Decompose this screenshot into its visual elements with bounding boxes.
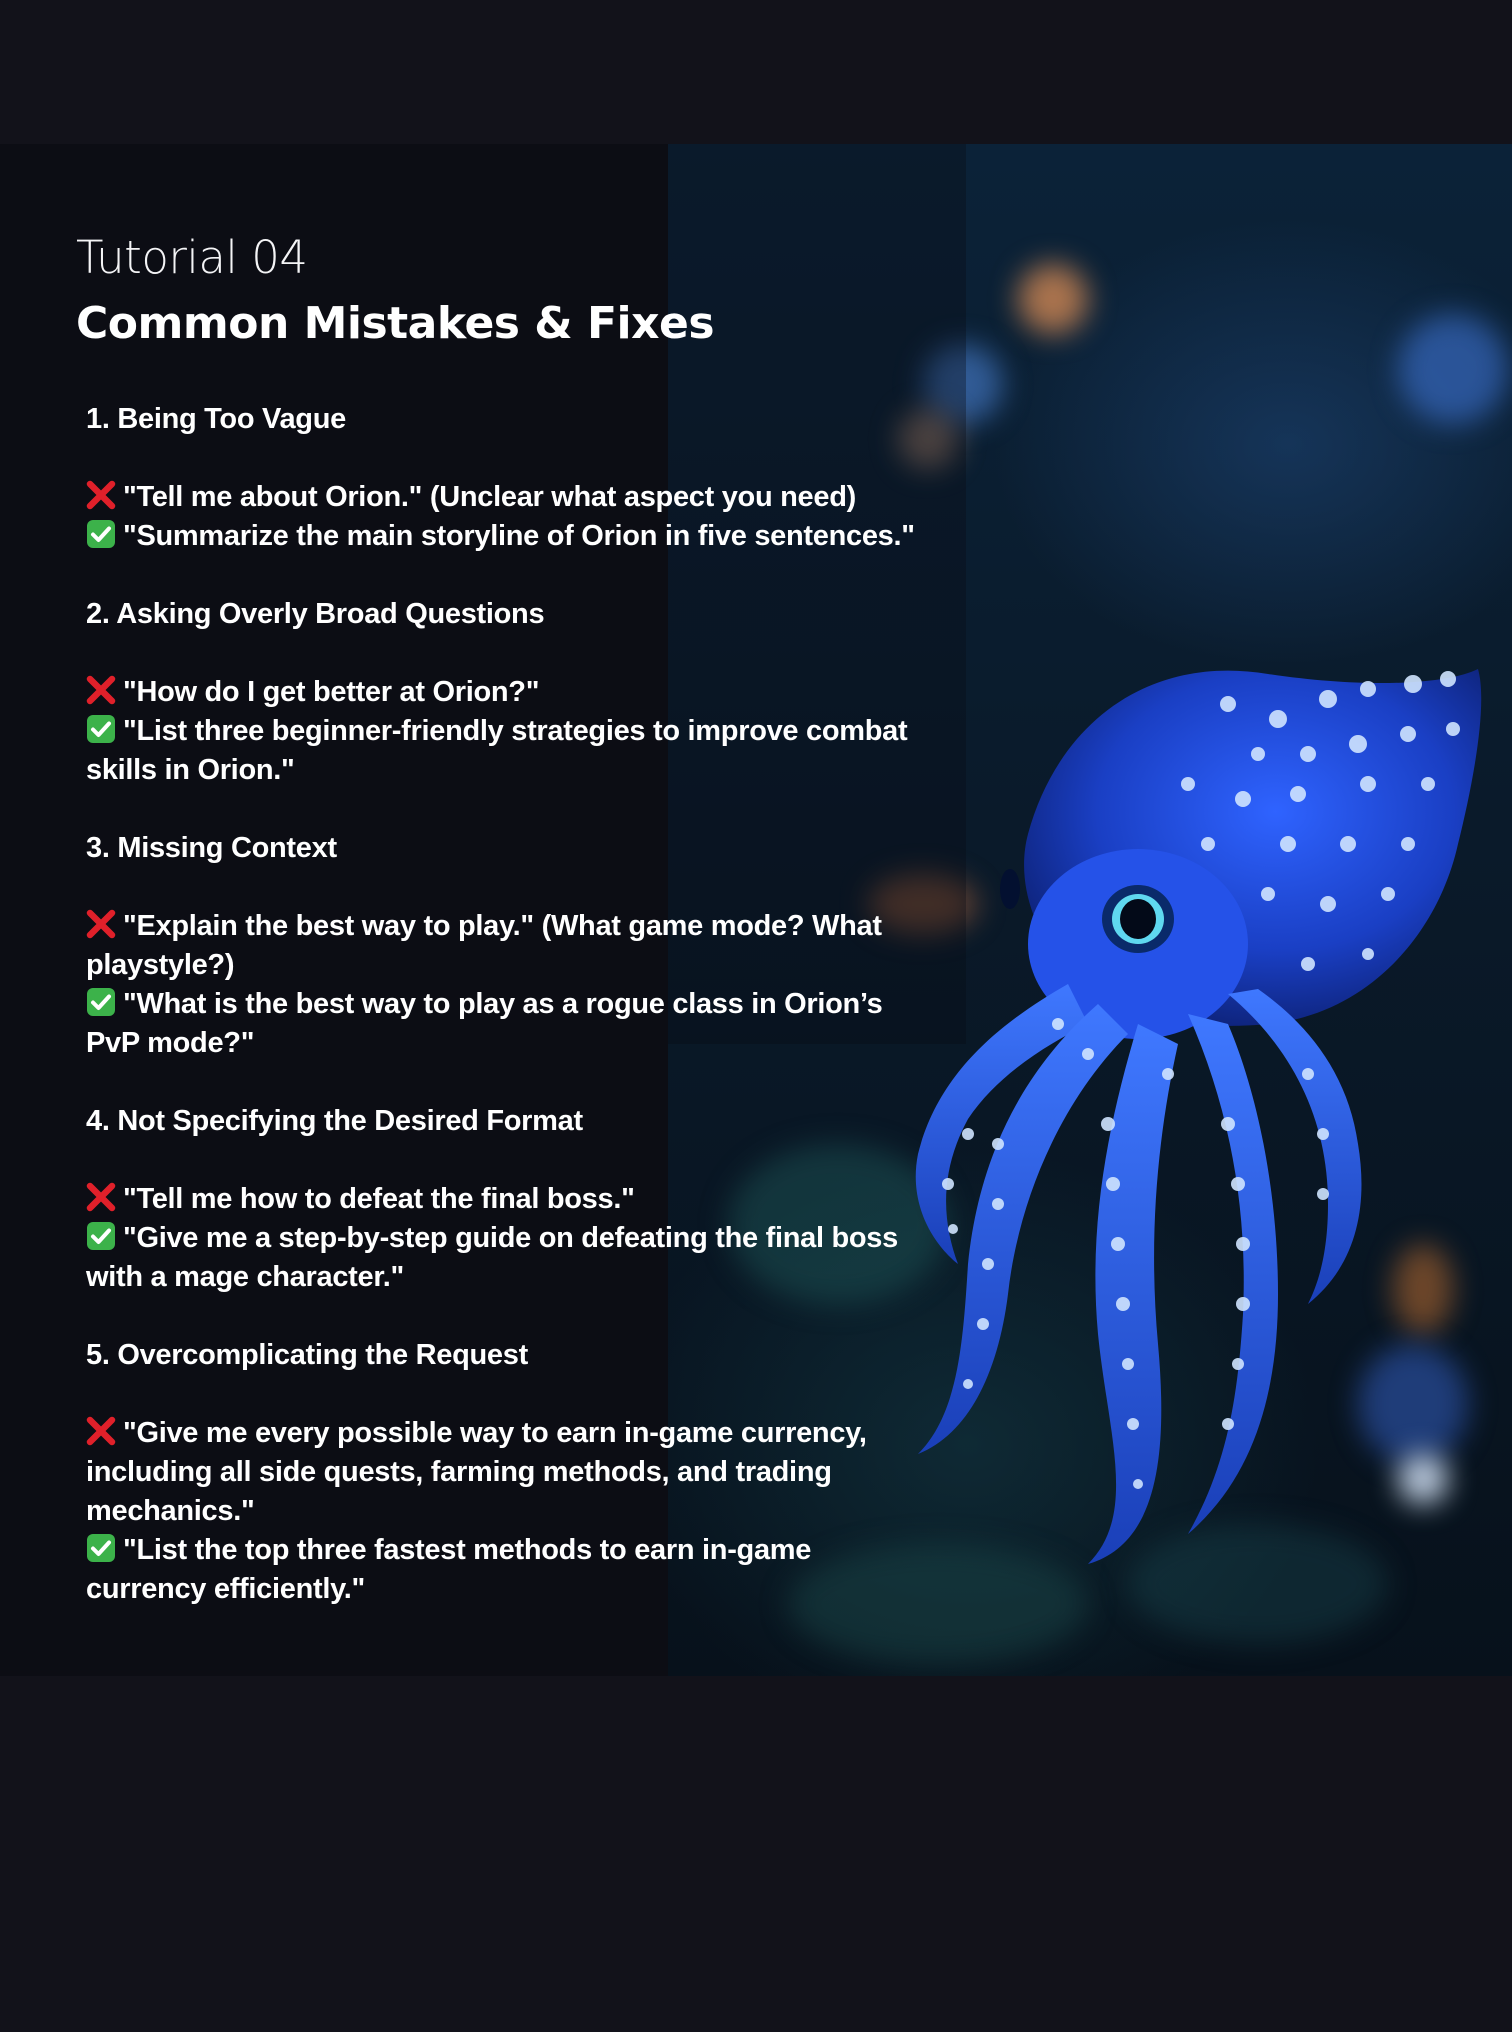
check-mark-icon [86, 519, 116, 549]
wrong-example: "How do I get better at Orion?" [86, 673, 936, 712]
wrong-example: "Tell me about Orion." (Unclear what asp… [86, 478, 936, 517]
wrong-example-text: "Explain the best way to play." (What ga… [86, 910, 882, 981]
tutorial-number: Tutorial 04 [76, 231, 308, 284]
tutorial-page: Tutorial 04 Common Mistakes & Fixes 1. B… [0, 0, 1512, 2032]
right-example-text: "What is the best way to play as a rogue… [86, 988, 883, 1059]
section-heading: 3. Missing Context [86, 832, 337, 864]
wrong-example: "Give me every possible way to earn in-g… [86, 1414, 936, 1531]
section-heading: 2. Asking Overly Broad Questions [86, 598, 545, 630]
check-mark-icon [86, 1533, 116, 1563]
section-heading: 1. Being Too Vague [86, 403, 346, 435]
right-example-text: "Give me a step-by-step guide on defeati… [86, 1222, 898, 1293]
right-example-text: "List the top three fastest methods to e… [86, 1534, 812, 1605]
right-example-text: "List three beginner-friendly strategies… [86, 715, 908, 786]
wrong-example-text: "Give me every possible way to earn in-g… [86, 1417, 867, 1527]
section-heading: 5. Overcomplicating the Request [86, 1339, 528, 1371]
mistake-section: 4. Not Specifying the Desired Format "Tel… [86, 1102, 936, 1297]
cross-mark-icon [86, 1182, 116, 1212]
mistake-section: 2. Asking Overly Broad Questions "How do … [86, 595, 936, 790]
cross-mark-icon [86, 480, 116, 510]
cross-mark-icon [86, 675, 116, 705]
cross-mark-icon [86, 1416, 116, 1446]
section-heading: 4. Not Specifying the Desired Format [86, 1105, 583, 1137]
mistake-section: 5. Overcomplicating the Request "Give me … [86, 1336, 936, 1609]
check-mark-icon [86, 714, 116, 744]
right-example: "Give me a step-by-step guide on defeati… [86, 1219, 936, 1297]
mistakes-list: 1. Being Too Vague "Tell me about Orion."… [76, 400, 936, 1609]
wrong-example-text: "Tell me how to defeat the final boss." [123, 1183, 635, 1215]
mistake-section: 3. Missing Context "Explain the best way … [86, 829, 936, 1063]
mistake-section: 1. Being Too Vague "Tell me about Orion."… [86, 400, 936, 556]
wrong-example: "Explain the best way to play." (What ga… [86, 907, 936, 985]
wrong-example-text: "How do I get better at Orion?" [123, 676, 540, 708]
page-title: Common Mistakes & Fixes [76, 298, 715, 349]
cross-mark-icon [86, 909, 116, 939]
check-mark-icon [86, 987, 116, 1017]
right-example-text: "Summarize the main storyline of Orion i… [123, 520, 915, 552]
right-example: "Summarize the main storyline of Orion i… [86, 517, 936, 556]
tutorial-content: Tutorial 04 Common Mistakes & Fixes 1. B… [76, 226, 956, 1648]
wrong-example-text: "Tell me about Orion." (Unclear what asp… [123, 481, 856, 513]
right-example: "What is the best way to play as a rogue… [86, 985, 936, 1063]
right-example: "List the top three fastest methods to e… [86, 1531, 936, 1609]
wrong-example: "Tell me how to defeat the final boss." [86, 1180, 936, 1219]
right-example: "List three beginner-friendly strategies… [86, 712, 936, 790]
check-mark-icon [86, 1221, 116, 1251]
